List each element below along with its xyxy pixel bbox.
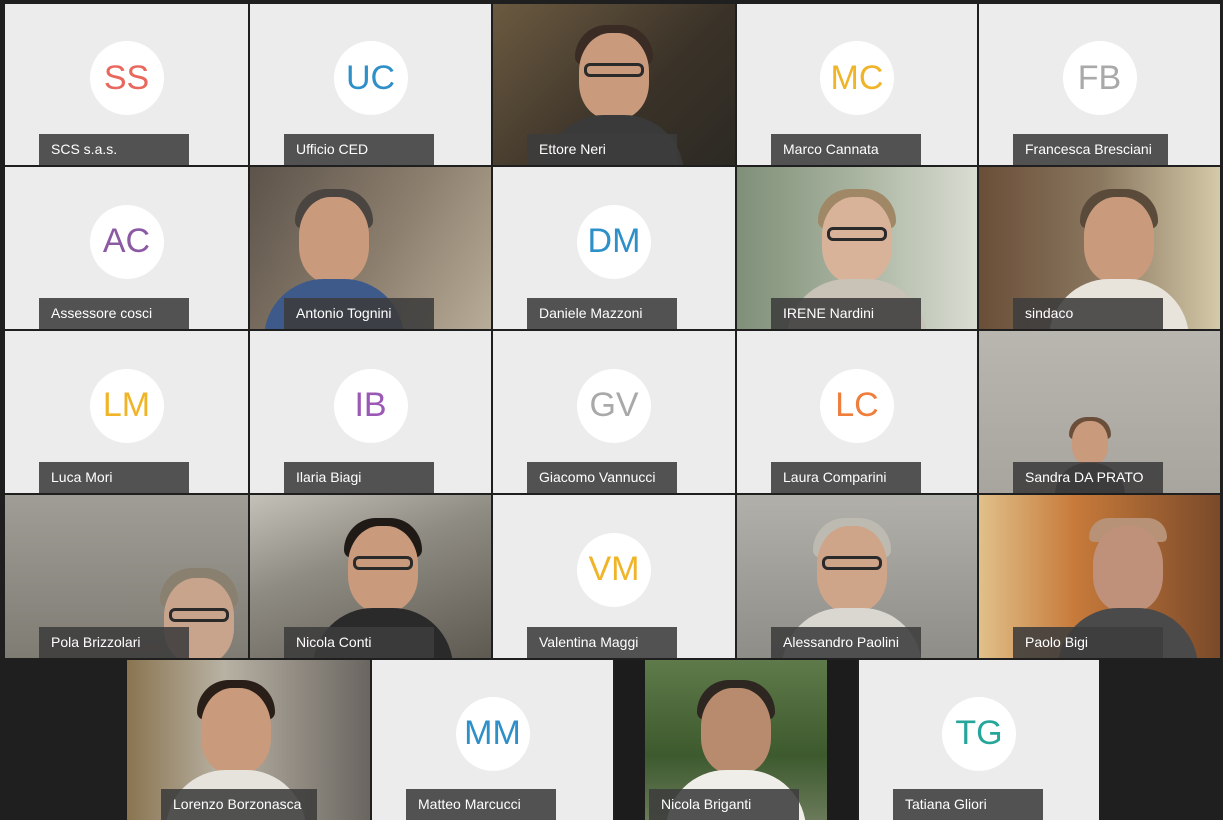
avatar: GV <box>577 368 651 443</box>
participant-tile[interactable]: TG Tatiana Gliori <box>859 660 1099 820</box>
participant-tile[interactable]: MC Marco Cannata <box>737 4 977 165</box>
participant-name: IRENE Nardini <box>771 298 921 329</box>
participant-name: SCS s.a.s. <box>39 134 189 165</box>
participant-name: Pola Brizzolari <box>39 627 189 658</box>
participant-video[interactable]: Nicola Conti <box>250 495 491 658</box>
participant-video[interactable]: Sandra DA PRATO <box>979 331 1220 493</box>
participant-tile[interactable]: LC Laura Comparini <box>737 331 977 493</box>
participant-name: Lorenzo Borzonasca <box>161 789 318 820</box>
participant-name: Francesca Bresciani <box>1013 134 1168 165</box>
avatar: UC <box>333 41 408 116</box>
participant-tile[interactable]: LM Luca Mori <box>5 331 248 493</box>
participant-video[interactable]: Paolo Bigi <box>979 495 1220 658</box>
participant-video[interactable]: Alessandro Paolini <box>737 495 977 658</box>
avatar: LM <box>89 368 164 443</box>
participant-tile[interactable]: GV Giacomo Vannucci <box>493 331 735 493</box>
participant-tile[interactable]: DM Daniele Mazzoni <box>493 167 735 329</box>
participant-tile[interactable]: SS SCS s.a.s. <box>5 4 248 165</box>
participant-name: Matteo Marcucci <box>406 789 556 820</box>
participant-video[interactable]: Ettore Neri <box>493 4 735 165</box>
participant-name: Sandra DA PRATO <box>1013 462 1163 493</box>
participant-video[interactable]: Antonio Tognini <box>250 167 491 329</box>
participant-tile[interactable]: UC Ufficio CED <box>250 4 491 165</box>
avatar: TG <box>942 696 1016 771</box>
participant-name: Alessandro Paolini <box>771 627 921 658</box>
participant-tile[interactable]: FB Francesca Bresciani <box>979 4 1220 165</box>
avatar: VM <box>577 532 651 607</box>
participant-name: Antonio Tognini <box>284 298 434 329</box>
participant-name: Paolo Bigi <box>1013 627 1163 658</box>
participant-name: Ilaria Biagi <box>284 462 434 493</box>
participant-video[interactable]: Pola Brizzolari <box>5 495 248 658</box>
participant-name: Daniele Mazzoni <box>527 298 677 329</box>
avatar: DM <box>577 204 651 279</box>
participant-video[interactable]: Nicola Briganti <box>615 660 857 820</box>
participant-name: Marco Cannata <box>771 134 921 165</box>
avatar: IB <box>333 368 408 443</box>
avatar: MM <box>455 696 530 771</box>
participant-tile[interactable]: IB Ilaria Biagi <box>250 331 491 493</box>
avatar: SS <box>89 41 164 116</box>
avatar: AC <box>89 204 164 279</box>
participant-name: Ettore Neri <box>527 134 677 165</box>
avatar: FB <box>1062 41 1137 116</box>
participant-tile[interactable]: AC Assessore cosci <box>5 167 248 329</box>
participant-name: Ufficio CED <box>284 134 434 165</box>
participant-name: Luca Mori <box>39 462 189 493</box>
participant-name: Giacomo Vannucci <box>527 462 677 493</box>
participant-name: Valentina Maggi <box>527 627 677 658</box>
participant-video[interactable]: sindaco <box>979 167 1220 329</box>
participant-name: Nicola Conti <box>284 627 434 658</box>
participant-video[interactable]: Lorenzo Borzonasca <box>127 660 370 820</box>
avatar: LC <box>820 368 894 443</box>
participant-name: Tatiana Gliori <box>893 789 1043 820</box>
participant-grid: SS SCS s.a.s. UC Ufficio CED Ettore Neri… <box>0 0 1223 820</box>
participant-tile[interactable]: VM Valentina Maggi <box>493 495 735 658</box>
participant-name: sindaco <box>1013 298 1163 329</box>
participant-video[interactable]: IRENE Nardini <box>737 167 977 329</box>
participant-name: Laura Comparini <box>771 462 921 493</box>
participant-tile[interactable]: MM Matteo Marcucci <box>372 660 613 820</box>
participant-name: Assessore cosci <box>39 298 189 329</box>
participant-name: Nicola Briganti <box>649 789 799 820</box>
avatar: MC <box>820 41 894 116</box>
